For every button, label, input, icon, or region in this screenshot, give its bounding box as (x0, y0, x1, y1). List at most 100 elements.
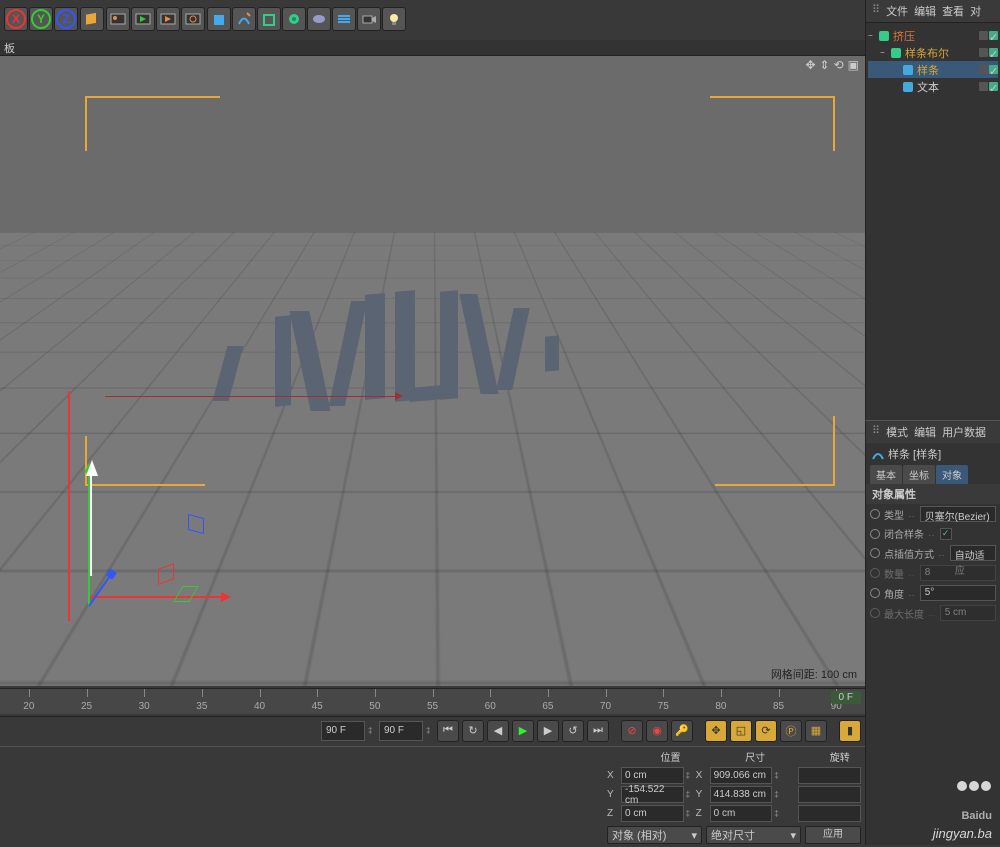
om-obj[interactable]: 对 (970, 3, 981, 19)
primitive-cube-icon[interactable] (207, 7, 231, 31)
coord-scale-dropdown[interactable]: 绝对尺寸▾ (706, 826, 801, 844)
tree-row[interactable]: −样条布尔✓ (868, 44, 998, 61)
scale-key-icon[interactable]: ◱ (730, 720, 752, 742)
rot-field[interactable] (798, 767, 861, 784)
size-field[interactable]: 414.838 cm (710, 786, 773, 803)
generator-cube-icon[interactable] (257, 7, 281, 31)
tree-row[interactable]: 样条✓ (868, 61, 998, 78)
pos-header: 位置 (649, 749, 691, 764)
rot-field[interactable] (798, 805, 861, 822)
prop-checkbox[interactable]: ✓ (940, 528, 952, 540)
floor-icon[interactable] (332, 7, 356, 31)
move-key-icon[interactable]: ✥ (705, 720, 727, 742)
pos-field[interactable]: -154.522 cm (621, 786, 684, 803)
om-file[interactable]: 文件 (886, 3, 908, 19)
render-queue-icon[interactable] (156, 7, 180, 31)
prop-field[interactable]: 自动适应 (950, 545, 996, 561)
autokey-button[interactable]: 🔑 (671, 720, 693, 742)
attr-tabs: 基本 坐标 对象 (866, 465, 1000, 484)
prop-field[interactable]: 8 (920, 565, 996, 581)
frame-start-field[interactable]: 90 F (321, 721, 365, 741)
orbit-icon[interactable]: ⟲ (834, 58, 844, 72)
environment-icon[interactable] (307, 7, 331, 31)
spline-pen-icon[interactable] (232, 7, 256, 31)
viewport-nav-icons: ✥ ⇕ ⟲ ▣ (805, 58, 859, 72)
axis-z-button[interactable]: Z (54, 7, 78, 31)
apply-button[interactable]: 应用 (805, 826, 861, 844)
maximize-icon[interactable]: ▣ (848, 58, 859, 72)
render-region-icon[interactable] (131, 7, 155, 31)
prev-frame-button[interactable]: ◀ (487, 720, 509, 742)
tab-object[interactable]: 对象 (936, 465, 968, 484)
at-edit[interactable]: 编辑 (914, 424, 936, 440)
coord-row: Z0 cm‡Z0 cm‡ (603, 804, 865, 823)
render-settings-icon[interactable] (181, 7, 205, 31)
grid-floor (0, 232, 865, 686)
keyframe-button[interactable]: ◉ (646, 720, 668, 742)
ruler-tick: 75 (634, 701, 692, 712)
prop-row: 点插值方式‥自动适应 (866, 543, 1000, 563)
redo-button[interactable]: ↺ (562, 720, 584, 742)
size-header: 尺寸 (734, 749, 776, 764)
rot-field[interactable] (798, 786, 861, 803)
frame-end-field[interactable]: 90 F (379, 721, 423, 741)
size-field[interactable]: 909.066 cm (710, 767, 773, 784)
render-picture-icon[interactable] (106, 7, 130, 31)
prop-field[interactable]: 贝塞尔(Bezier) (920, 506, 996, 522)
axis-y-button[interactable]: Y (29, 7, 53, 31)
goto-end-button[interactable]: ⏭ (587, 720, 609, 742)
pos-field[interactable]: 0 cm (621, 805, 684, 822)
tab-coord[interactable]: 坐标 (903, 465, 935, 484)
next-frame-button[interactable]: ▶ (537, 720, 559, 742)
rotate-key-icon[interactable]: ⟳ (755, 720, 777, 742)
cube-orange-icon[interactable] (80, 7, 104, 31)
timeline-ruler[interactable]: 2025303540455055606570758085900 F (0, 688, 865, 714)
main-toolbar: X Y Z (4, 7, 406, 31)
tab-basic[interactable]: 基本 (870, 465, 902, 484)
size-field[interactable]: 0 cm (710, 805, 773, 822)
attr-title: 样条 [样条] (866, 443, 1000, 465)
pla-key-icon[interactable]: ▦ (805, 720, 827, 742)
light-icon[interactable] (382, 7, 406, 31)
prop-field[interactable]: 5° (920, 585, 996, 601)
coordinates-panel: 位置 尺寸 旋转 X0 cm‡X909.066 cm‡Y-154.522 cm‡… (603, 746, 865, 841)
deformer-icon[interactable] (282, 7, 306, 31)
tree-row[interactable]: −挤压✓ (868, 27, 998, 44)
at-mode[interactable]: 模式 (886, 424, 908, 440)
record-button[interactable]: ⊘ (621, 720, 643, 742)
camera-icon[interactable] (357, 7, 381, 31)
ruler-tick: 50 (346, 701, 404, 712)
layout-button[interactable]: ▮ (839, 720, 861, 742)
tree-row[interactable]: 文本✓ (868, 78, 998, 95)
prop-field[interactable]: 5 cm (940, 605, 996, 621)
coord-row: Y-154.522 cm‡Y414.838 cm‡ (603, 785, 865, 804)
ruler-tick: 85 (750, 701, 808, 712)
prop-row: 闭合样条‥✓ (866, 524, 1000, 543)
play-button[interactable]: ▶ (512, 720, 534, 742)
pan-icon[interactable]: ✥ (805, 58, 815, 72)
axis-gizmo[interactable] (88, 596, 98, 606)
ruler-tick: 45 (288, 701, 346, 712)
bottom-left-pad (0, 746, 603, 841)
rot-header: 旋转 (819, 749, 861, 764)
ruler-tick: 70 (577, 701, 635, 712)
coord-row: X0 cm‡X909.066 cm‡ (603, 766, 865, 785)
at-user[interactable]: 用户数据 (942, 424, 986, 440)
ruler-tick: 80 (692, 701, 750, 712)
goto-start-button[interactable]: ⏮ (437, 720, 459, 742)
coord-mode-dropdown[interactable]: 对象 (相对)▾ (607, 826, 702, 844)
pos-field[interactable]: 0 cm (621, 767, 684, 784)
om-edit[interactable]: 编辑 (914, 3, 936, 19)
param-key-icon[interactable]: Ⓟ (780, 720, 802, 742)
viewport-header: 板 (0, 40, 865, 56)
ruler-tick: 25 (58, 701, 116, 712)
ruler-tick: 20 (0, 701, 58, 712)
loop-button[interactable]: ↻ (462, 720, 484, 742)
time-position: 0 F (831, 691, 861, 704)
viewport-3d[interactable]: ✥ ⇕ ⟲ ▣ 网格间距: 100 cm (0, 56, 865, 686)
prop-row: 类型‥贝塞尔(Bezier) (866, 504, 1000, 524)
axis-x-button[interactable]: X (4, 7, 28, 31)
prop-row: 最大长度‥5 cm (866, 603, 1000, 623)
om-view[interactable]: 查看 (942, 3, 964, 19)
zoom-icon[interactable]: ⇕ (820, 58, 830, 72)
